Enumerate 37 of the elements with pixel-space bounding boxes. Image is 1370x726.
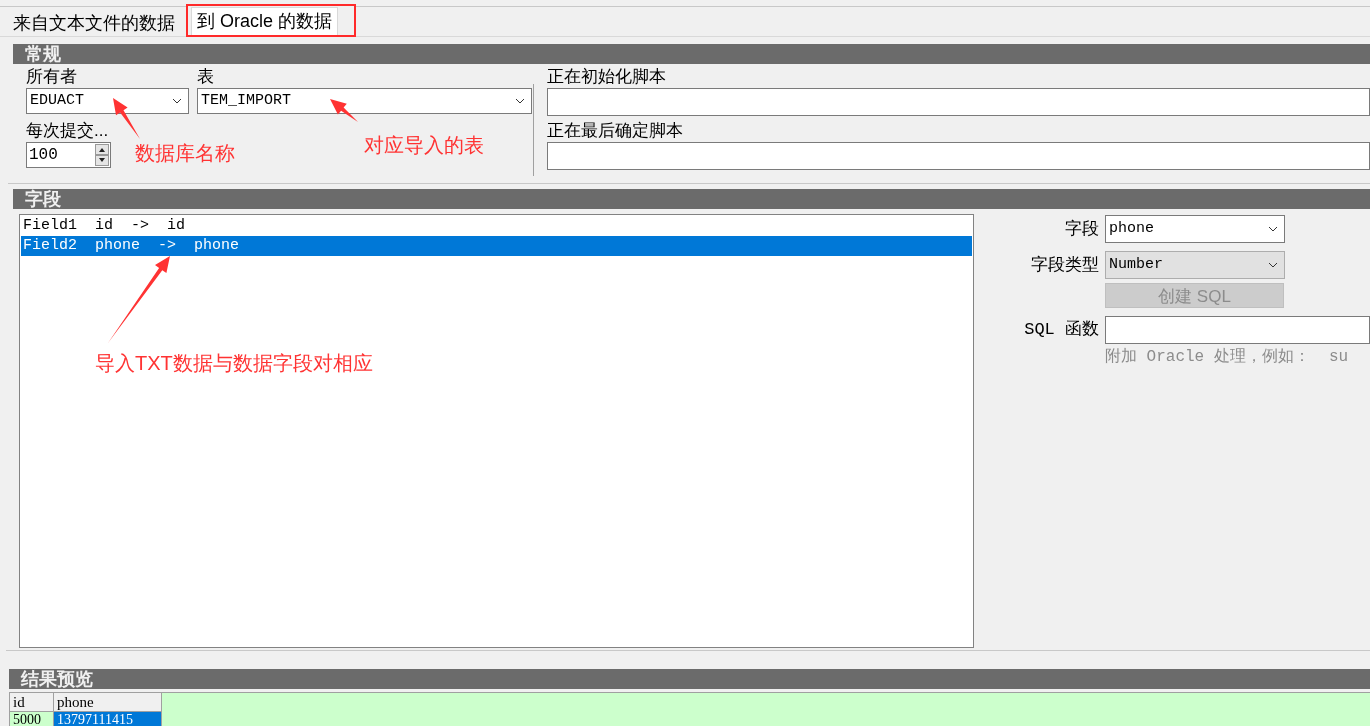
caret-icon — [1268, 226, 1278, 232]
section-header: 常规 — [13, 44, 1370, 64]
field-label: 字段类型 — [1031, 254, 1099, 277]
list-item[interactable]: Field2 phone -> phone — [21, 236, 972, 256]
script-field[interactable] — [547, 88, 1370, 116]
list-item[interactable]: Field1 id -> id — [21, 216, 972, 236]
column-header[interactable]: phone — [54, 693, 162, 712]
dropdown[interactable]: phone — [1105, 215, 1285, 243]
column-header[interactable]: id — [10, 693, 54, 712]
hint-text: 附加 Oracle 处理，例如： su — [1105, 347, 1349, 368]
annotation-text: 数据库名称 — [135, 141, 235, 165]
annotation-text: 对应导入的表 — [364, 133, 484, 157]
spin-field[interactable]: 100 — [26, 142, 111, 168]
spinner-arrows-icon[interactable] — [95, 144, 109, 166]
caret-icon — [515, 98, 525, 104]
dropdown[interactable]: EDUACT — [26, 88, 189, 114]
annotation-arrow — [330, 99, 358, 122]
dropdown[interactable]: TEM_IMPORT — [197, 88, 532, 114]
tab[interactable]: 到 Oracle 的数据 — [191, 7, 339, 35]
field-label: SQL 函数 — [1024, 319, 1099, 342]
caret-icon — [172, 98, 182, 104]
annotation-arrow — [113, 98, 140, 139]
script-field[interactable] — [547, 142, 1370, 170]
field-label: 字段 — [1065, 218, 1099, 241]
field-label: 正在初始化脚本 — [547, 66, 666, 88]
field-label: 每次提交... — [26, 120, 109, 142]
field-label: 正在最后确定脚本 — [547, 120, 683, 142]
section-header: 字段 — [13, 189, 1370, 209]
dropdown[interactable]: Number — [1105, 251, 1285, 279]
annotation-text: 导入TXT数据与数据字段对相应 — [95, 351, 373, 375]
sql-function-field[interactable] — [1105, 316, 1370, 344]
tab[interactable]: 来自文本文件的数据 — [8, 10, 180, 36]
field-label: 表 — [197, 66, 214, 88]
section-header: 结果预览 — [9, 669, 1370, 689]
table-cell: 13797111415 — [54, 712, 162, 726]
caret-icon — [1268, 262, 1278, 268]
field-label: 所有者 — [26, 66, 77, 88]
